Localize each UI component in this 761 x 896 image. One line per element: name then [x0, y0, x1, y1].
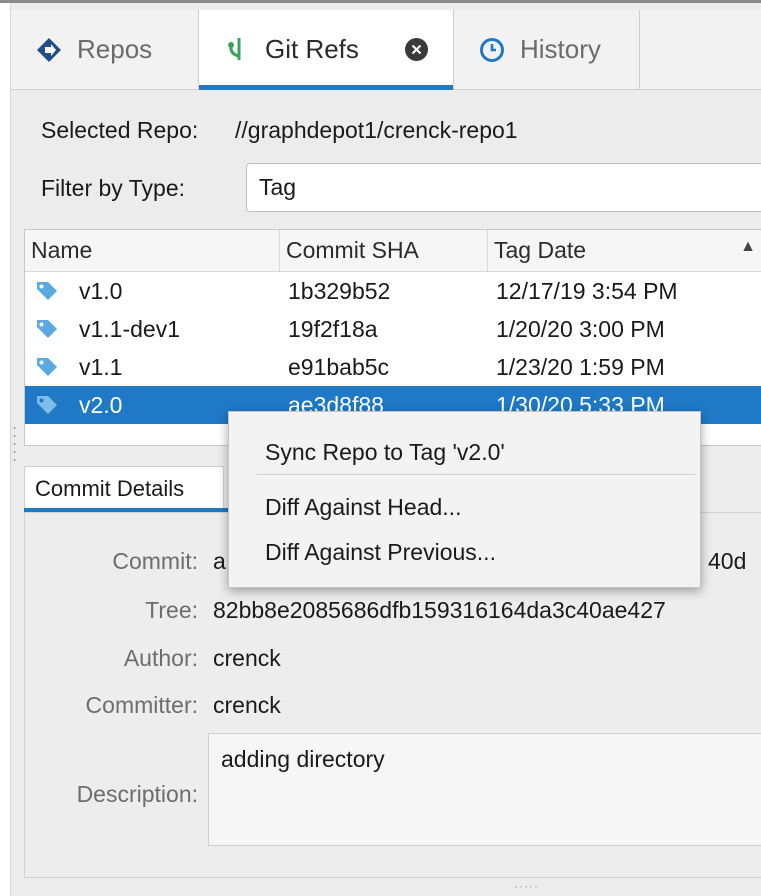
row-name: v1.0 — [79, 278, 123, 304]
tab-git-refs-label: Git Refs — [265, 34, 359, 64]
menu-item-sync-repo-to-tag[interactable]: Sync Repo to Tag 'v2.0' — [265, 439, 505, 466]
menu-item-diff-against-head[interactable]: Diff Against Head... — [265, 494, 461, 521]
committer-label: Committer: — [85, 692, 198, 718]
active-tab-indicator — [199, 85, 453, 90]
splitter-grip[interactable] — [13, 424, 16, 464]
clock-icon — [478, 36, 506, 64]
context-menu: Sync Repo to Tag 'v2.0' Diff Against Hea… — [228, 411, 701, 588]
selected-repo-value: //graphdepot1/crenck-repo1 — [235, 117, 518, 143]
table-row[interactable]: v1.1-dev1 19f2f18a 1/20/20 3:00 PM — [25, 310, 761, 348]
git-branch-icon — [223, 36, 251, 64]
commit-label: Commit: — [112, 548, 198, 574]
tab-commit-details[interactable]: Commit Details — [24, 466, 224, 510]
tab-git-refs[interactable]: Git Refs — [199, 10, 454, 90]
filter-type-label: Filter by Type: — [41, 175, 186, 201]
row-date: 1/23/20 1:59 PM — [496, 354, 665, 380]
row-name: v1.1 — [79, 354, 123, 380]
column-header-tag-date[interactable]: Tag Date ▲ — [488, 230, 761, 271]
commit-value-start: a — [213, 548, 226, 574]
tag-icon — [37, 358, 57, 376]
sort-ascending-icon: ▲ — [740, 238, 756, 255]
column-header-commit-sha[interactable]: Commit SHA — [280, 230, 488, 271]
table-row[interactable]: v1.1 e91bab5c 1/23/20 1:59 PM — [25, 348, 761, 386]
description-field[interactable]: adding directory — [208, 733, 761, 846]
author-value: crenck — [213, 645, 281, 671]
selected-repo-label: Selected Repo: — [41, 117, 199, 143]
tree-label: Tree: — [145, 597, 198, 623]
column-header-name[interactable]: Name — [25, 230, 280, 271]
row-sha: e91bab5c — [288, 354, 390, 380]
row-name: v2.0 — [79, 392, 123, 418]
diamond-arrow-icon — [35, 36, 63, 64]
row-name: v1.1-dev1 — [79, 316, 181, 342]
commit-value-end: 40d — [708, 548, 747, 574]
row-sha: 19f2f18a — [288, 316, 378, 342]
tab-repos[interactable]: Repos — [11, 10, 199, 89]
column-header-tag-date-label: Tag Date — [494, 237, 587, 263]
table-header: Name Commit SHA Tag Date ▲ — [25, 230, 761, 272]
tab-history-label: History — [520, 34, 601, 64]
menu-separator — [257, 474, 695, 475]
tree-value: 82bb8e2085686dfb159316164da3c40ae427 — [213, 597, 666, 623]
row-date: 1/20/20 3:00 PM — [496, 316, 665, 342]
close-tab-icon[interactable] — [405, 38, 428, 61]
row-sha: 1b329b52 — [288, 278, 391, 304]
tag-icon — [37, 396, 57, 414]
tag-icon — [37, 320, 57, 338]
table-row[interactable]: v1.0 1b329b52 12/17/19 3:54 PM — [25, 272, 761, 310]
tab-bar: Repos Git Refs History — [11, 10, 761, 90]
tab-repos-label: Repos — [77, 34, 153, 64]
tag-icon — [37, 282, 57, 300]
description-label: Description: — [76, 781, 198, 807]
menu-item-diff-against-previous[interactable]: Diff Against Previous... — [265, 539, 496, 566]
bottom-resize-grip[interactable]: ····· — [514, 879, 539, 893]
tab-history[interactable]: History — [454, 10, 640, 89]
filter-type-select[interactable]: Tag — [246, 163, 761, 212]
row-date: 12/17/19 3:54 PM — [496, 278, 678, 304]
left-gutter — [0, 3, 11, 896]
committer-value: crenck — [213, 692, 281, 718]
author-label: Author: — [123, 645, 198, 671]
